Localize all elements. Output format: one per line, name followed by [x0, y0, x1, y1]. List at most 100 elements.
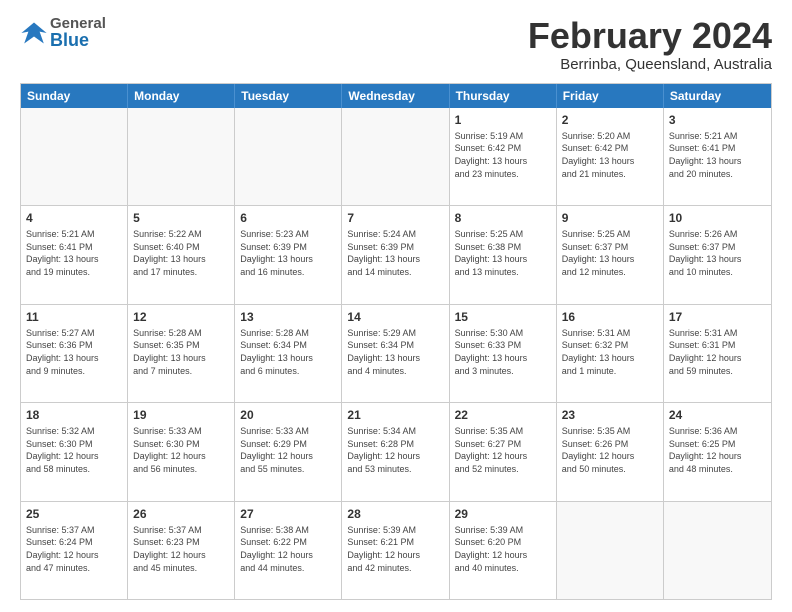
- day-number: 27: [240, 506, 336, 522]
- day-number: 20: [240, 407, 336, 423]
- cell-info: Sunrise: 5:30 AM Sunset: 6:33 PM Dayligh…: [455, 327, 551, 377]
- calendar-row: 1 Sunrise: 5:19 AM Sunset: 6:42 PM Daylig…: [21, 108, 771, 205]
- calendar-cell: 3 Sunrise: 5:21 AM Sunset: 6:41 PM Daylig…: [664, 108, 771, 205]
- calendar-cell: 19 Sunrise: 5:33 AM Sunset: 6:30 PM Dayli…: [128, 403, 235, 500]
- day-number: 16: [562, 309, 658, 325]
- day-number: 2: [562, 112, 658, 128]
- location-title: Berrinba, Queensland, Australia: [528, 56, 772, 73]
- day-number: 8: [455, 210, 551, 226]
- calendar-cell: 17 Sunrise: 5:31 AM Sunset: 6:31 PM Dayli…: [664, 305, 771, 402]
- calendar-cell: 4 Sunrise: 5:21 AM Sunset: 6:41 PM Daylig…: [21, 206, 128, 303]
- header: General Blue February 2024 Berrinba, Que…: [20, 16, 772, 73]
- cell-info: Sunrise: 5:34 AM Sunset: 6:28 PM Dayligh…: [347, 425, 443, 475]
- day-number: 23: [562, 407, 658, 423]
- cell-info: Sunrise: 5:21 AM Sunset: 6:41 PM Dayligh…: [26, 228, 122, 278]
- calendar-cell: 25 Sunrise: 5:37 AM Sunset: 6:24 PM Dayli…: [21, 502, 128, 599]
- cell-info: Sunrise: 5:27 AM Sunset: 6:36 PM Dayligh…: [26, 327, 122, 377]
- logo-general: General: [50, 16, 106, 31]
- cell-info: Sunrise: 5:20 AM Sunset: 6:42 PM Dayligh…: [562, 130, 658, 180]
- cell-info: Sunrise: 5:22 AM Sunset: 6:40 PM Dayligh…: [133, 228, 229, 278]
- logo-text: General Blue: [50, 16, 106, 49]
- calendar-header-cell: Sunday: [21, 84, 128, 108]
- page: General Blue February 2024 Berrinba, Que…: [0, 0, 792, 612]
- cell-info: Sunrise: 5:39 AM Sunset: 6:21 PM Dayligh…: [347, 524, 443, 574]
- calendar-header-cell: Monday: [128, 84, 235, 108]
- calendar-cell: 21Sunrise: 5:34 AM Sunset: 6:28 PM Dayli…: [342, 403, 449, 500]
- calendar-cell: 12 Sunrise: 5:28 AM Sunset: 6:35 PM Dayli…: [128, 305, 235, 402]
- cell-info: Sunrise: 5:29 AM Sunset: 6:34 PM Dayligh…: [347, 327, 443, 377]
- day-number: 6: [240, 210, 336, 226]
- logo-icon: [20, 19, 48, 47]
- calendar-header-cell: Tuesday: [235, 84, 342, 108]
- day-number: 10: [669, 210, 766, 226]
- calendar-cell: [342, 108, 449, 205]
- calendar-row: 4 Sunrise: 5:21 AM Sunset: 6:41 PM Daylig…: [21, 205, 771, 303]
- day-number: 1: [455, 112, 551, 128]
- calendar-cell: 2 Sunrise: 5:20 AM Sunset: 6:42 PM Daylig…: [557, 108, 664, 205]
- calendar-header: SundayMondayTuesdayWednesdayThursdayFrid…: [21, 84, 771, 108]
- cell-info: Sunrise: 5:19 AM Sunset: 6:42 PM Dayligh…: [455, 130, 551, 180]
- calendar-cell: 14Sunrise: 5:29 AM Sunset: 6:34 PM Dayli…: [342, 305, 449, 402]
- day-number: 13: [240, 309, 336, 325]
- cell-info: Sunrise: 5:25 AM Sunset: 6:38 PM Dayligh…: [455, 228, 551, 278]
- calendar-header-cell: Friday: [557, 84, 664, 108]
- day-number: 17: [669, 309, 766, 325]
- cell-info: Sunrise: 5:28 AM Sunset: 6:35 PM Dayligh…: [133, 327, 229, 377]
- month-title: February 2024: [528, 16, 772, 56]
- calendar-row: 11 Sunrise: 5:27 AM Sunset: 6:36 PM Dayli…: [21, 304, 771, 402]
- calendar-cell: 24Sunrise: 5:36 AM Sunset: 6:25 PM Dayli…: [664, 403, 771, 500]
- calendar-cell: 28Sunrise: 5:39 AM Sunset: 6:21 PM Dayli…: [342, 502, 449, 599]
- cell-info: Sunrise: 5:24 AM Sunset: 6:39 PM Dayligh…: [347, 228, 443, 278]
- day-number: 9: [562, 210, 658, 226]
- title-block: February 2024 Berrinba, Queensland, Aust…: [528, 16, 772, 73]
- cell-info: Sunrise: 5:23 AM Sunset: 6:39 PM Dayligh…: [240, 228, 336, 278]
- cell-info: Sunrise: 5:37 AM Sunset: 6:24 PM Dayligh…: [26, 524, 122, 574]
- cell-info: Sunrise: 5:25 AM Sunset: 6:37 PM Dayligh…: [562, 228, 658, 278]
- calendar-cell: 26Sunrise: 5:37 AM Sunset: 6:23 PM Dayli…: [128, 502, 235, 599]
- calendar-cell: 11 Sunrise: 5:27 AM Sunset: 6:36 PM Dayli…: [21, 305, 128, 402]
- calendar-cell: [664, 502, 771, 599]
- calendar-cell: 16Sunrise: 5:31 AM Sunset: 6:32 PM Dayli…: [557, 305, 664, 402]
- cell-info: Sunrise: 5:33 AM Sunset: 6:30 PM Dayligh…: [133, 425, 229, 475]
- calendar-cell: 7Sunrise: 5:24 AM Sunset: 6:39 PM Daylig…: [342, 206, 449, 303]
- calendar-cell: 13 Sunrise: 5:28 AM Sunset: 6:34 PM Dayli…: [235, 305, 342, 402]
- calendar-header-cell: Saturday: [664, 84, 771, 108]
- calendar-body: 1 Sunrise: 5:19 AM Sunset: 6:42 PM Daylig…: [21, 108, 771, 599]
- logo-blue: Blue: [50, 31, 106, 49]
- cell-info: Sunrise: 5:31 AM Sunset: 6:31 PM Dayligh…: [669, 327, 766, 377]
- calendar-cell: 9 Sunrise: 5:25 AM Sunset: 6:37 PM Daylig…: [557, 206, 664, 303]
- calendar-header-cell: Thursday: [450, 84, 557, 108]
- calendar-cell: [557, 502, 664, 599]
- cell-info: Sunrise: 5:37 AM Sunset: 6:23 PM Dayligh…: [133, 524, 229, 574]
- logo: General Blue: [20, 16, 106, 49]
- cell-info: Sunrise: 5:33 AM Sunset: 6:29 PM Dayligh…: [240, 425, 336, 475]
- cell-info: Sunrise: 5:32 AM Sunset: 6:30 PM Dayligh…: [26, 425, 122, 475]
- cell-info: Sunrise: 5:38 AM Sunset: 6:22 PM Dayligh…: [240, 524, 336, 574]
- calendar-cell: 18 Sunrise: 5:32 AM Sunset: 6:30 PM Dayli…: [21, 403, 128, 500]
- day-number: 25: [26, 506, 122, 522]
- calendar-cell: 27 Sunrise: 5:38 AM Sunset: 6:22 PM Dayli…: [235, 502, 342, 599]
- calendar-cell: 8 Sunrise: 5:25 AM Sunset: 6:38 PM Daylig…: [450, 206, 557, 303]
- calendar-cell: [21, 108, 128, 205]
- calendar-cell: 15Sunrise: 5:30 AM Sunset: 6:33 PM Dayli…: [450, 305, 557, 402]
- day-number: 3: [669, 112, 766, 128]
- cell-info: Sunrise: 5:35 AM Sunset: 6:27 PM Dayligh…: [455, 425, 551, 475]
- day-number: 18: [26, 407, 122, 423]
- day-number: 12: [133, 309, 229, 325]
- cell-info: Sunrise: 5:21 AM Sunset: 6:41 PM Dayligh…: [669, 130, 766, 180]
- calendar-cell: 1 Sunrise: 5:19 AM Sunset: 6:42 PM Daylig…: [450, 108, 557, 205]
- calendar-cell: [235, 108, 342, 205]
- calendar: SundayMondayTuesdayWednesdayThursdayFrid…: [20, 83, 772, 600]
- day-number: 22: [455, 407, 551, 423]
- day-number: 5: [133, 210, 229, 226]
- cell-info: Sunrise: 5:26 AM Sunset: 6:37 PM Dayligh…: [669, 228, 766, 278]
- calendar-header-cell: Wednesday: [342, 84, 449, 108]
- calendar-cell: 22 Sunrise: 5:35 AM Sunset: 6:27 PM Dayli…: [450, 403, 557, 500]
- cell-info: Sunrise: 5:35 AM Sunset: 6:26 PM Dayligh…: [562, 425, 658, 475]
- calendar-cell: 29Sunrise: 5:39 AM Sunset: 6:20 PM Dayli…: [450, 502, 557, 599]
- cell-info: Sunrise: 5:28 AM Sunset: 6:34 PM Dayligh…: [240, 327, 336, 377]
- calendar-cell: [128, 108, 235, 205]
- day-number: 4: [26, 210, 122, 226]
- day-number: 19: [133, 407, 229, 423]
- day-number: 11: [26, 309, 122, 325]
